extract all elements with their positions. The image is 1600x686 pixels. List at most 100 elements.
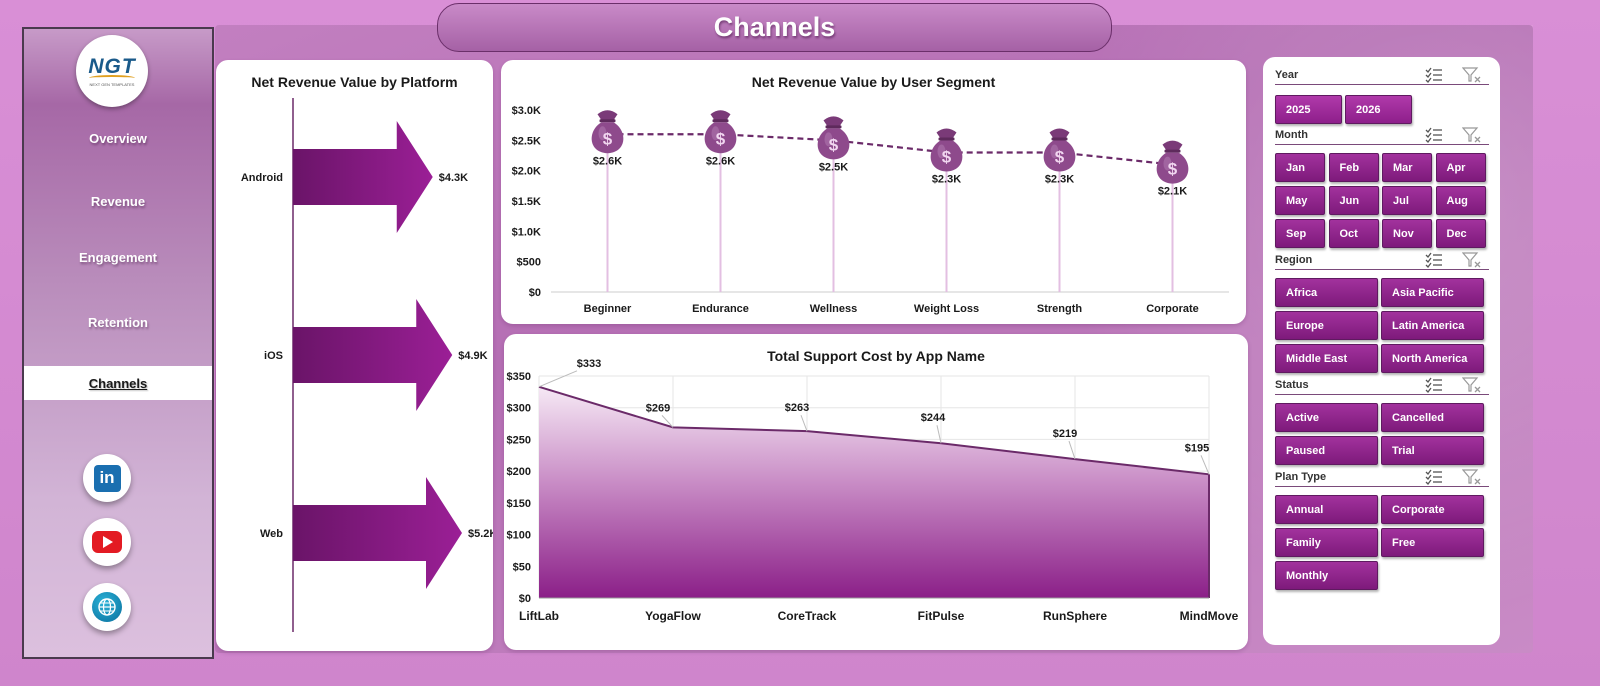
filter-option-month-may[interactable]: May xyxy=(1275,186,1325,215)
segment-xtick-endurance: Endurance xyxy=(692,303,749,315)
dollar-sign: $ xyxy=(829,135,839,154)
support-xtick-runsphere: RunSphere xyxy=(1043,609,1107,623)
filter-option-region-north-america[interactable]: North America xyxy=(1381,344,1484,373)
clear-filter-icon[interactable] xyxy=(1461,252,1481,268)
multi-select-icon[interactable] xyxy=(1425,67,1443,83)
filter-option-month-feb[interactable]: Feb xyxy=(1328,153,1379,182)
support-ytick-label: $250 xyxy=(507,434,531,446)
segment-data-label-endurance: $2.6K xyxy=(706,155,735,167)
segment-data-label-corporate: $2.1K xyxy=(1158,186,1187,198)
logo-subtitle: NEXT GEN TEMPLATES xyxy=(89,82,135,87)
platform-bar-web xyxy=(293,477,462,589)
money-bag-icon: $ xyxy=(1156,140,1189,184)
segment-series-line xyxy=(607,133,1173,166)
filter-option-month-oct[interactable]: Oct xyxy=(1328,219,1379,248)
support-ytick-label: $150 xyxy=(507,498,531,510)
filter-option-month-mar[interactable]: Mar xyxy=(1382,153,1432,182)
filter-option-status-active[interactable]: Active xyxy=(1275,403,1378,432)
nav-item-engagement[interactable]: Engagement xyxy=(24,240,212,274)
support-xtick-coretrack: CoreTrack xyxy=(778,609,837,623)
segment-ytick-label: $3.0K xyxy=(512,105,541,117)
support-data-label-mindmove: $195 xyxy=(1185,442,1209,454)
support-xtick-liftlab: LiftLab xyxy=(519,609,559,623)
segment-ytick-label: $1.0K xyxy=(512,226,541,238)
support-data-label-coretrack: $263 xyxy=(785,402,809,414)
segment-xtick-wellness: Wellness xyxy=(810,303,858,315)
dollar-sign: $ xyxy=(1055,147,1065,166)
clear-filter-icon[interactable] xyxy=(1461,377,1481,393)
dollar-sign: $ xyxy=(1168,160,1178,179)
filter-label-year: Year xyxy=(1275,69,1299,81)
filter-label-plan_type: Plan Type xyxy=(1275,471,1327,483)
money-bag-icon: $ xyxy=(817,116,850,160)
youtube-button[interactable] xyxy=(83,518,131,566)
multi-select-icon[interactable] xyxy=(1425,252,1443,268)
multi-select-icon[interactable] xyxy=(1425,469,1443,485)
segment-xtick-strength: Strength xyxy=(1037,303,1083,315)
brand-logo[interactable]: NGT NEXT GEN TEMPLATES xyxy=(76,35,148,107)
support-data-label-liftlab: $333 xyxy=(577,358,601,370)
filter-option-plan_type-monthly[interactable]: Monthly xyxy=(1275,561,1378,590)
support-ytick-label: $350 xyxy=(507,371,531,383)
nav-item-channels[interactable]: Channels xyxy=(24,366,212,400)
filter-option-status-cancelled[interactable]: Cancelled xyxy=(1381,403,1484,432)
support-leader-line xyxy=(538,370,578,388)
dollar-sign: $ xyxy=(942,147,952,166)
money-bag-icon: $ xyxy=(704,110,737,154)
money-bag-icon: $ xyxy=(930,128,963,172)
support-ytick-label: $300 xyxy=(507,403,531,415)
filter-option-month-dec[interactable]: Dec xyxy=(1435,219,1486,248)
filter-option-plan_type-free[interactable]: Free xyxy=(1381,528,1484,557)
filter-option-region-africa[interactable]: Africa xyxy=(1275,278,1378,307)
support-cost-chart-card: Total Support Cost by App Name $0 $50 $100… xyxy=(504,334,1248,650)
filter-option-plan_type-family[interactable]: Family xyxy=(1275,528,1378,557)
filter-option-year-2026[interactable]: 2026 xyxy=(1345,95,1412,124)
filter-option-month-apr[interactable]: Apr xyxy=(1435,153,1486,182)
platform-data-label-ios: $4.9K xyxy=(458,350,487,362)
platform-bar-android xyxy=(293,121,433,233)
filter-option-region-europe[interactable]: Europe xyxy=(1275,311,1378,340)
filter-option-region-middle-east[interactable]: Middle East xyxy=(1275,344,1378,373)
nav-item-overview[interactable]: Overview xyxy=(24,121,212,155)
support-ytick-label: $200 xyxy=(507,466,531,478)
filter-option-plan_type-corporate[interactable]: Corporate xyxy=(1381,495,1484,524)
platform-label-android: Android xyxy=(241,172,283,184)
filter-option-month-jul[interactable]: Jul xyxy=(1382,186,1432,215)
nav-item-retention[interactable]: Retention xyxy=(24,305,212,339)
segment-ytick-label: $500 xyxy=(517,257,541,269)
clear-filter-icon[interactable] xyxy=(1461,469,1481,485)
filter-panel: Year 2025 2026 Month Jan Feb Mar Apr May Jun Jul Au… xyxy=(1263,57,1500,645)
support-xtick-yogaflow: YogaFlow xyxy=(645,609,701,623)
support-xtick-mindmove: MindMove xyxy=(1180,609,1239,623)
filter-option-plan_type-annual[interactable]: Annual xyxy=(1275,495,1378,524)
filter-header-year: Year xyxy=(1275,65,1489,85)
filter-option-month-nov[interactable]: Nov xyxy=(1382,219,1432,248)
filter-option-month-jun[interactable]: Jun xyxy=(1328,186,1379,215)
clear-filter-icon[interactable] xyxy=(1461,127,1481,143)
nav-item-revenue[interactable]: Revenue xyxy=(24,184,212,218)
youtube-icon xyxy=(92,531,122,553)
filter-option-status-trial[interactable]: Trial xyxy=(1381,436,1484,465)
multi-select-icon[interactable] xyxy=(1425,127,1443,143)
support-ytick-label: $50 xyxy=(513,561,531,573)
filter-label-region: Region xyxy=(1275,254,1313,266)
filter-option-month-aug[interactable]: Aug xyxy=(1435,186,1486,215)
clear-filter-icon[interactable] xyxy=(1461,67,1481,83)
linkedin-button[interactable]: in xyxy=(83,454,131,502)
filter-option-region-latin-america[interactable]: Latin America xyxy=(1381,311,1484,340)
money-bag-icon: $ xyxy=(591,110,624,154)
website-button[interactable] xyxy=(83,583,131,631)
filter-label-month: Month xyxy=(1275,129,1308,141)
filter-option-month-sep[interactable]: Sep xyxy=(1275,219,1325,248)
filter-header-month: Month xyxy=(1275,125,1489,145)
segment-xtick-corporate: Corporate xyxy=(1146,303,1199,315)
multi-select-icon[interactable] xyxy=(1425,377,1443,393)
filter-option-year-2025[interactable]: 2025 xyxy=(1275,95,1342,124)
platform-data-label-android: $4.3K xyxy=(439,172,468,184)
platform-bar-ios xyxy=(293,299,453,411)
filter-option-status-paused[interactable]: Paused xyxy=(1275,436,1378,465)
filter-option-region-asia-pacific[interactable]: Asia Pacific xyxy=(1381,278,1484,307)
filter-header-plan_type: Plan Type xyxy=(1275,467,1489,487)
filter-option-month-jan[interactable]: Jan xyxy=(1275,153,1325,182)
segment-data-label-weight-loss: $2.3K xyxy=(932,173,961,185)
